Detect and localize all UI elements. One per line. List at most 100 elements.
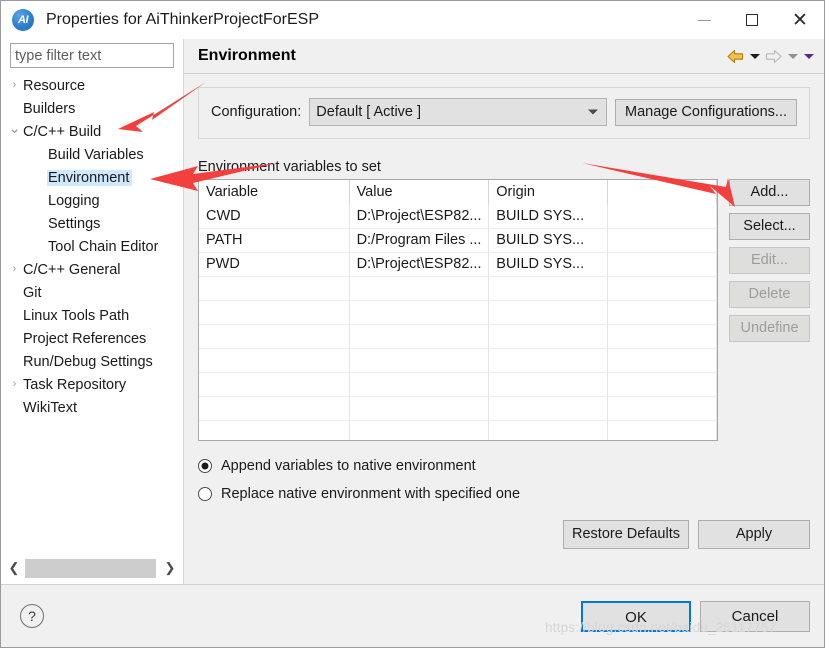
sidebar-item-environment[interactable]: Environment	[1, 166, 183, 189]
scroll-left-icon[interactable]: ❮	[3, 558, 25, 578]
table-empty-row	[199, 348, 717, 373]
table-row[interactable]: PWD D:\Project\ESP82... BUILD SYS...	[199, 252, 717, 277]
table-row[interactable]: CWD D:\Project\ESP82... BUILD SYS...	[199, 204, 717, 229]
sidebar-item-resource[interactable]: › Resource	[1, 74, 183, 97]
radio-button[interactable]	[198, 459, 212, 473]
empty-cell	[199, 300, 350, 325]
configuration-select[interactable]: Default [ Active ]	[309, 98, 607, 126]
column-header[interactable]: Value	[349, 180, 490, 204]
radio-label: Replace native environment with specifie…	[221, 486, 521, 502]
table-empty-row	[199, 300, 717, 325]
sidebar-item-linux-tools-path[interactable]: Linux Tools Path	[1, 304, 183, 327]
cell-origin: BUILD SYS...	[488, 252, 609, 277]
navigation-bar	[726, 39, 815, 73]
sidebar-item-wikitext[interactable]: WikiText	[1, 396, 183, 419]
radio-option-append[interactable]: Append variables to native environment	[198, 458, 810, 474]
maximize-icon[interactable]	[728, 1, 776, 39]
env-table-container[interactable]: Variable Value Origin CWD D:\Project\ESP82.…	[198, 179, 718, 441]
table-row[interactable]: PATH D:/Program Files ... BUILD SYS...	[199, 228, 717, 253]
sidebar-item-label: Build Variables	[48, 146, 144, 163]
table-header-row: Variable Value Origin	[199, 180, 717, 204]
sidebar-item-git[interactable]: Git	[1, 281, 183, 304]
watermark: https://blog.csdn.net/baidu_25117757	[545, 620, 777, 635]
scroll-right-icon[interactable]: ❯	[159, 558, 181, 578]
radio-option-replace[interactable]: Replace native environment with specifie…	[198, 486, 810, 502]
table-empty-row	[199, 372, 717, 397]
settings-tree-pane: ›ResourceBuilders⌄C/C++ Build Build Varia…	[1, 39, 183, 584]
configuration-value: Default [ Active ]	[316, 104, 422, 120]
sidebar-item-task-repository[interactable]: › Task Repository	[1, 373, 183, 396]
sidebar-item-logging[interactable]: Logging	[1, 189, 183, 212]
view-menu-icon[interactable]	[802, 48, 815, 65]
sidebar-item-project-references[interactable]: Project References	[1, 327, 183, 350]
environment-page: Environment Configuration: Default [Act…	[184, 39, 824, 584]
empty-cell	[488, 300, 609, 325]
cell-value: D:\Project\ESP82...	[349, 252, 490, 277]
sidebar-item-label: Settings	[48, 215, 101, 232]
chevron-down-icon	[587, 109, 598, 115]
table-empty-row	[199, 276, 717, 301]
table-empty-row	[199, 396, 717, 421]
chevron-right-icon[interactable]: ›	[7, 264, 22, 275]
chevron-down-icon[interactable]: ⌄	[7, 121, 22, 136]
cell-value: D:\Project\ESP82...	[349, 204, 490, 229]
empty-cell	[488, 348, 609, 373]
ai-logo-icon: AI	[12, 9, 34, 31]
back-dropdown-icon[interactable]	[748, 48, 761, 65]
apply-button[interactable]: Apply	[698, 520, 810, 549]
scroll-track[interactable]	[25, 558, 159, 578]
empty-cell	[607, 276, 717, 301]
chevron-right-icon[interactable]: ›	[7, 80, 22, 91]
cell-value: D:/Program Files ...	[349, 228, 490, 253]
cell-origin: BUILD SYS...	[488, 204, 609, 229]
close-icon[interactable]: ✕	[776, 1, 824, 39]
column-header[interactable]: Origin	[488, 180, 609, 204]
cell-variable: CWD	[199, 204, 350, 229]
env-variables-header: Environment variables to set	[198, 159, 810, 175]
cell-variable: PATH	[199, 228, 350, 253]
filter-input[interactable]	[10, 43, 174, 68]
environment-mode-radio-group: Append variables to native environment Re…	[198, 458, 810, 502]
sidebar-item-builders[interactable]: Builders	[1, 97, 183, 120]
column-header[interactable]: Variable	[199, 180, 350, 204]
configuration-group: Configuration: Default [ Active ] Manage…	[198, 87, 810, 139]
add-button[interactable]: Add...	[729, 179, 810, 206]
back-arrow-icon[interactable]	[726, 48, 745, 65]
undefine-button: Undefine	[729, 315, 810, 342]
sidebar-item-c-c-build[interactable]: ⌄ C/C++ Build	[1, 120, 183, 143]
page-header: Environment	[184, 39, 824, 74]
sidebar-item-label: WikiText	[23, 399, 77, 416]
sidebar-item-c-c-general[interactable]: › C/C++ General	[1, 258, 183, 281]
sidebar-item-build-variables[interactable]: Build Variables	[1, 143, 183, 166]
empty-cell	[607, 420, 717, 440]
sidebar-item-settings[interactable]: Settings	[1, 212, 183, 235]
column-header[interactable]	[607, 180, 717, 204]
dialog-body: ›ResourceBuilders⌄C/C++ Build Build Varia…	[1, 39, 824, 584]
cell-variable: PWD	[199, 252, 350, 277]
manage-configurations-button[interactable]: Manage Configurations...	[614, 98, 797, 126]
radio-label: Append variables to native environment	[221, 458, 476, 474]
sidebar-item-run-debug-settings[interactable]: Run/Debug Settings	[1, 350, 183, 373]
tree-horizontal-scrollbar[interactable]: ❮ ❯	[1, 555, 183, 584]
chevron-right-icon[interactable]: ›	[7, 379, 22, 390]
empty-cell	[488, 276, 609, 301]
page-content: Configuration: Default [ Active ] Manage…	[184, 74, 824, 584]
help-icon[interactable]: ?	[20, 604, 44, 628]
forward-arrow-icon	[764, 48, 783, 65]
empty-cell	[607, 300, 717, 325]
cell-origin: BUILD SYS...	[488, 228, 609, 253]
radio-button[interactable]	[198, 487, 212, 501]
minimize-icon[interactable]	[680, 1, 728, 39]
empty-cell	[199, 420, 350, 440]
empty-cell	[349, 276, 490, 301]
empty-cell	[607, 396, 717, 421]
window-controls: ✕	[680, 1, 824, 39]
empty-cell	[488, 396, 609, 421]
select-button[interactable]: Select...	[729, 213, 810, 240]
scroll-thumb[interactable]	[25, 558, 156, 578]
empty-cell	[607, 324, 717, 349]
sidebar-item-tool-chain-editor[interactable]: Tool Chain Editor	[1, 235, 183, 258]
restore-defaults-button[interactable]: Restore Defaults	[563, 520, 689, 549]
empty-cell	[199, 372, 350, 397]
empty-cell	[488, 324, 609, 349]
